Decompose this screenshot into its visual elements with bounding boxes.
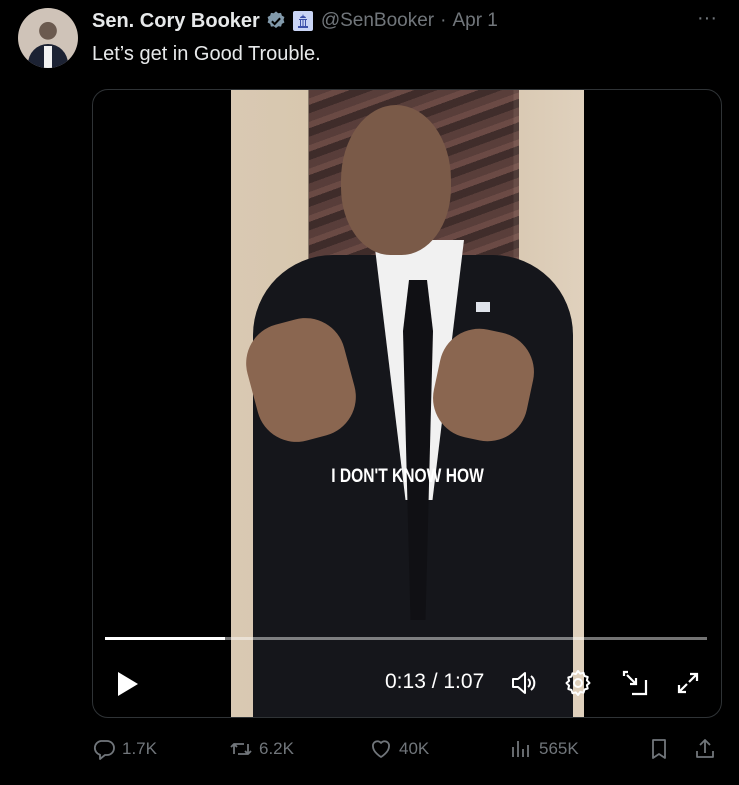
video-lapel-pin — [476, 302, 490, 312]
reply-count: 1.7K — [122, 739, 157, 758]
tweet-text: Let’s get in Good Trouble. — [92, 43, 321, 65]
government-affiliation-icon[interactable] — [292, 11, 313, 31]
tweet-header: Sen. Cory Booker @SenBooker · Apr 1 — [92, 8, 498, 34]
avatar-shirt — [44, 46, 52, 68]
settings-icon[interactable] — [563, 668, 593, 698]
video-player[interactable]: I DON'T KNOW HOW 0:13 / 1:07 — [92, 89, 722, 718]
volume-icon[interactable] — [509, 668, 539, 698]
share-icon[interactable] — [693, 737, 717, 761]
like-count: 40K — [399, 739, 430, 758]
repost-icon — [230, 743, 252, 755]
separator-dot: · — [440, 10, 447, 31]
author-handle[interactable]: @SenBooker — [321, 10, 434, 32]
play-icon[interactable] — [111, 668, 143, 700]
reply-button[interactable]: 1.7K — [92, 732, 157, 766]
views-count: 565K — [539, 739, 579, 758]
reply-icon — [93, 740, 115, 760]
like-button[interactable]: 40K — [369, 732, 429, 766]
repost-count: 6.2K — [259, 739, 294, 758]
more-options-icon[interactable]: ··· — [693, 8, 721, 32]
author-name[interactable]: Sen. Cory Booker — [92, 10, 260, 33]
views-icon — [512, 741, 529, 757]
video-progress-fill — [105, 637, 226, 640]
heart-icon — [372, 740, 390, 758]
video-frame: I DON'T KNOW HOW — [231, 90, 584, 717]
video-speaker-head — [341, 105, 451, 255]
bookmark-icon[interactable] — [647, 737, 671, 761]
video-progress-bar[interactable] — [105, 637, 707, 640]
video-caption: I DON'T KNOW HOW — [331, 466, 484, 487]
fullscreen-icon[interactable] — [673, 668, 703, 698]
tweet-date[interactable]: Apr 1 — [452, 10, 497, 32]
avatar[interactable] — [18, 8, 78, 68]
video-time: 0:13 / 1:07 — [385, 670, 485, 693]
verified-badge-icon[interactable] — [265, 10, 287, 32]
repost-button[interactable]: 6.2K — [229, 732, 294, 766]
tweet-actions: 1.7K 6.2K 40K 565K — [92, 732, 720, 766]
views-button[interactable]: 565K — [509, 732, 579, 766]
picture-in-picture-icon[interactable] — [620, 668, 650, 698]
